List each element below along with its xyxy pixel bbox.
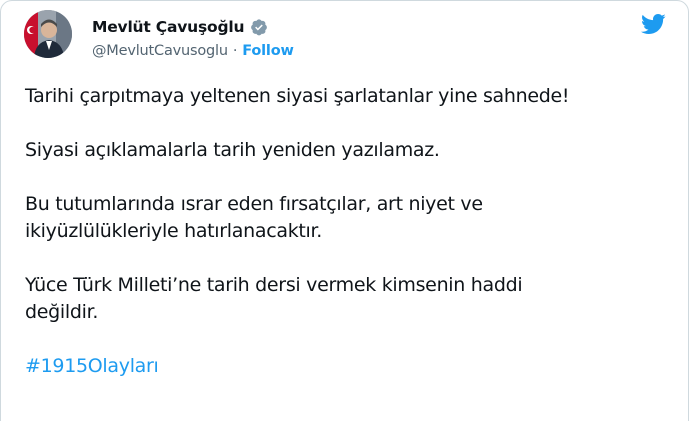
tweet-paragraph: Siyasi açıklamalarla tarih yeniden yazıl… xyxy=(25,137,675,164)
tweet-paragraph: #1915Olayları xyxy=(25,353,675,380)
tweet-paragraph: Yüce Türk Milleti’ne tarih dersi vermek … xyxy=(25,272,675,326)
author-name[interactable]: Mevlüt Çavuşoğlu xyxy=(92,18,244,36)
twitter-bird-icon[interactable] xyxy=(638,11,668,37)
author-handle-row: @MevlutCavusoglu · Follow xyxy=(92,41,294,61)
tweet-line: değildir. xyxy=(25,301,99,323)
tweet-line: Tarihi çarpıtmaya yeltenen siyasi şarlat… xyxy=(25,85,570,107)
avatar[interactable] xyxy=(24,10,72,58)
tweet-line: Bu tutumlarında ısrar eden fırsatçılar, … xyxy=(25,193,483,215)
verified-badge-icon xyxy=(251,19,268,36)
tweet-line: ikiyüzlülükleriyle hatırlanacaktır. xyxy=(25,220,323,242)
author-name-row: Mevlüt Çavuşoğlu xyxy=(92,15,268,39)
tweet-paragraph: Bu tutumlarında ısrar eden fırsatçılar, … xyxy=(25,191,675,245)
tweet-line: Yüce Türk Milleti’ne tarih dersi vermek … xyxy=(25,274,523,296)
avatar-image xyxy=(24,10,72,58)
tweet-text: Tarihi çarpıtmaya yeltenen siyasi şarlat… xyxy=(25,83,675,407)
follow-button[interactable]: Follow xyxy=(242,43,294,59)
tweet-line: Siyasi açıklamalarla tarih yeniden yazıl… xyxy=(25,139,440,161)
author-handle[interactable]: @MevlutCavusoglu xyxy=(92,43,228,59)
separator-dot: · xyxy=(232,43,238,59)
tweet-card: Mevlüt Çavuşoğlu @MevlutCavusoglu · Foll… xyxy=(0,0,689,421)
hashtag-link[interactable]: #1915Olayları xyxy=(25,355,159,377)
tweet-paragraph: Tarihi çarpıtmaya yeltenen siyasi şarlat… xyxy=(25,83,675,110)
